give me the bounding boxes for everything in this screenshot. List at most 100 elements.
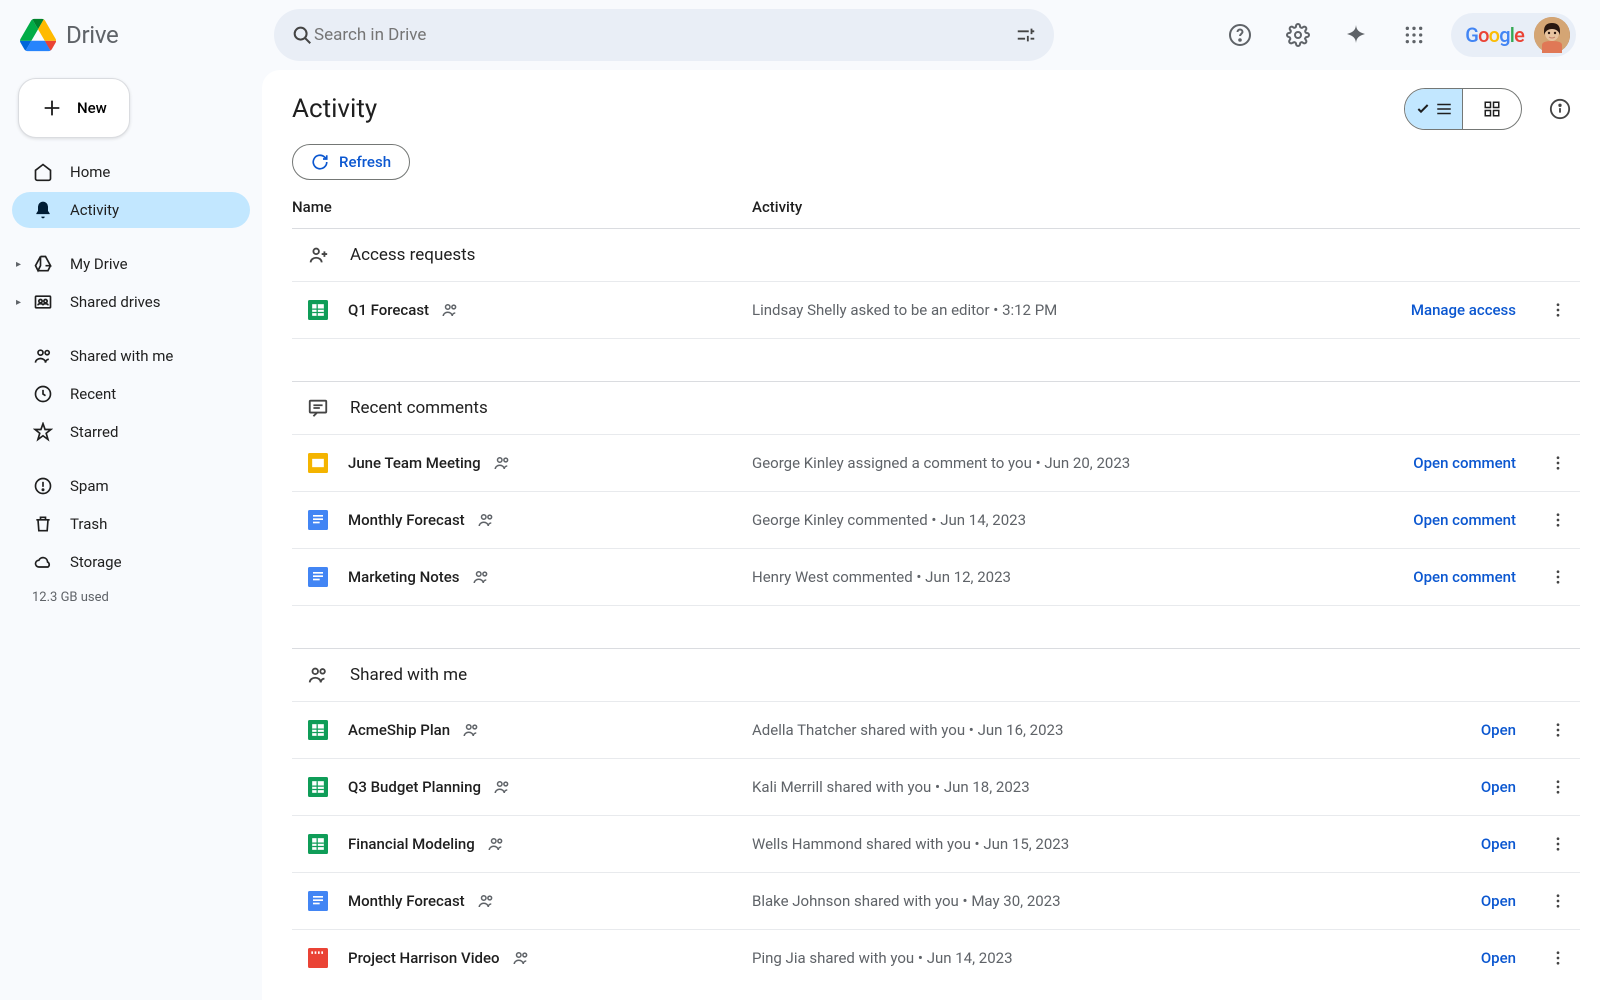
sidebar-item-activity[interactable]: Activity: [12, 192, 250, 228]
file-type-icon: [308, 834, 328, 854]
sidebar-item-shared-drives[interactable]: ▸ Shared drives: [12, 284, 250, 320]
file-name: Financial Modeling: [348, 835, 505, 853]
sidebar-label: Activity: [70, 201, 119, 219]
sidebar-label: Shared with me: [70, 347, 173, 365]
more-options-icon[interactable]: [1542, 294, 1574, 326]
more-options-icon[interactable]: [1542, 771, 1574, 803]
gemini-icon[interactable]: [1335, 14, 1377, 56]
grid-view-button[interactable]: [1463, 89, 1521, 129]
account-chip[interactable]: Google: [1451, 13, 1576, 57]
more-options-icon[interactable]: [1542, 828, 1574, 860]
sidebar-item-recent[interactable]: Recent: [12, 376, 250, 412]
file-row[interactable]: Marketing NotesHenry West commented • Ju…: [292, 548, 1580, 606]
sidebar-item-spam[interactable]: Spam: [12, 468, 250, 504]
file-name: Project Harrison Video: [348, 949, 530, 967]
drive-logo-icon: [20, 17, 56, 53]
sidebar-item-home[interactable]: Home: [12, 154, 250, 190]
sidebar-label: Recent: [70, 385, 116, 403]
logo-area[interactable]: Drive: [16, 17, 266, 53]
sidebar-item-my-drive[interactable]: ▸ My Drive: [12, 246, 250, 282]
shared-icon: [472, 568, 490, 586]
row-action[interactable]: Open comment: [1413, 511, 1542, 529]
file-row[interactable]: June Team Meeting George Kinley assigned …: [292, 434, 1580, 491]
file-type-icon: [308, 777, 328, 797]
cloud-icon: [32, 551, 54, 573]
sidebar-label: Shared drives: [70, 293, 160, 311]
row-action[interactable]: Open: [1481, 778, 1542, 796]
new-button[interactable]: New: [18, 78, 130, 138]
file-row[interactable]: Project Harrison VideoPing Jia shared wi…: [292, 929, 1580, 986]
file-name: June Team Meeting: [348, 454, 511, 472]
activity-text: Adella Thatcher shared with you • Jun 16…: [752, 721, 1481, 739]
sidebar-item-shared-with-me[interactable]: Shared with me: [12, 338, 250, 374]
sidebar-label: My Drive: [70, 255, 128, 273]
file-row[interactable]: Q1 ForecastLindsay Shelly asked to be an…: [292, 281, 1580, 339]
more-options-icon[interactable]: [1542, 885, 1574, 917]
settings-icon[interactable]: [1277, 14, 1319, 56]
details-icon[interactable]: [1540, 89, 1580, 129]
search-bar[interactable]: [274, 9, 1054, 61]
column-name: Name: [292, 198, 752, 216]
more-options-icon[interactable]: [1542, 714, 1574, 746]
page-title: Activity: [292, 94, 377, 124]
file-name: AcmeShip Plan: [348, 721, 480, 739]
section-header-access: Access requests: [292, 228, 1580, 281]
search-icon: [290, 23, 314, 47]
people-icon: [32, 345, 54, 367]
sidebar-item-trash[interactable]: Trash: [12, 506, 250, 542]
caret-icon: ▸: [16, 297, 21, 308]
user-avatar[interactable]: [1534, 17, 1570, 53]
view-toggle: [1404, 88, 1522, 130]
activity-text: Blake Johnson shared with you • May 30, …: [752, 892, 1481, 910]
bell-icon: [32, 199, 54, 221]
main-content: Activity Refresh Name Activit: [262, 70, 1600, 1000]
sidebar-item-starred[interactable]: Starred: [12, 414, 250, 450]
check-icon: [1415, 101, 1431, 117]
row-action[interactable]: Open comment: [1413, 568, 1542, 586]
file-row[interactable]: Monthly ForecastGeorge Kinley commented …: [292, 491, 1580, 548]
sidebar-item-storage[interactable]: Storage: [12, 544, 250, 580]
help-icon[interactable]: [1219, 14, 1261, 56]
activity-text: George Kinley assigned a comment to you …: [752, 454, 1413, 472]
file-type-icon: [308, 453, 328, 473]
more-options-icon[interactable]: [1542, 447, 1574, 479]
shared-drives-icon: [32, 291, 54, 313]
list-view-button[interactable]: [1405, 89, 1463, 129]
file-row[interactable]: Financial ModelingWells Hammond shared w…: [292, 815, 1580, 872]
apps-icon[interactable]: [1393, 14, 1435, 56]
shared-icon: [462, 721, 480, 739]
more-options-icon[interactable]: [1542, 561, 1574, 593]
file-type-icon: [308, 891, 328, 911]
refresh-button[interactable]: Refresh: [292, 144, 410, 180]
column-activity: Activity: [752, 198, 1580, 216]
row-action[interactable]: Open: [1481, 949, 1542, 967]
file-row[interactable]: AcmeShip Plan Adella Thatcher shared with…: [292, 701, 1580, 758]
row-action[interactable]: Open: [1481, 835, 1542, 853]
file-name: Q1 Forecast: [348, 301, 459, 319]
more-options-icon[interactable]: [1542, 504, 1574, 536]
file-row[interactable]: Q3 Budget PlanningKali Merrill shared wi…: [292, 758, 1580, 815]
more-options-icon[interactable]: [1542, 942, 1574, 974]
star-icon: [32, 421, 54, 443]
row-action[interactable]: Open: [1481, 892, 1542, 910]
sidebar-label: Trash: [70, 515, 107, 533]
column-headers: Name Activity: [292, 180, 1580, 228]
section-title: Shared with me: [350, 665, 467, 685]
spam-icon: [32, 475, 54, 497]
section-icon: [306, 396, 330, 420]
google-logo: Google: [1465, 23, 1524, 47]
activity-text: George Kinley commented • Jun 14, 2023: [752, 511, 1413, 529]
home-icon: [32, 161, 54, 183]
shared-icon: [487, 835, 505, 853]
row-action[interactable]: Open: [1481, 721, 1542, 739]
shared-icon: [477, 511, 495, 529]
file-name: Q3 Budget Planning: [348, 778, 511, 796]
row-action[interactable]: Manage access: [1411, 301, 1542, 319]
my-drive-icon: [32, 253, 54, 275]
clock-icon: [32, 383, 54, 405]
row-action[interactable]: Open comment: [1413, 454, 1542, 472]
file-row[interactable]: Monthly ForecastBlake Johnson shared wit…: [292, 872, 1580, 929]
search-options-icon[interactable]: [1014, 23, 1038, 47]
search-input[interactable]: [314, 25, 1014, 45]
refresh-icon: [311, 153, 329, 171]
